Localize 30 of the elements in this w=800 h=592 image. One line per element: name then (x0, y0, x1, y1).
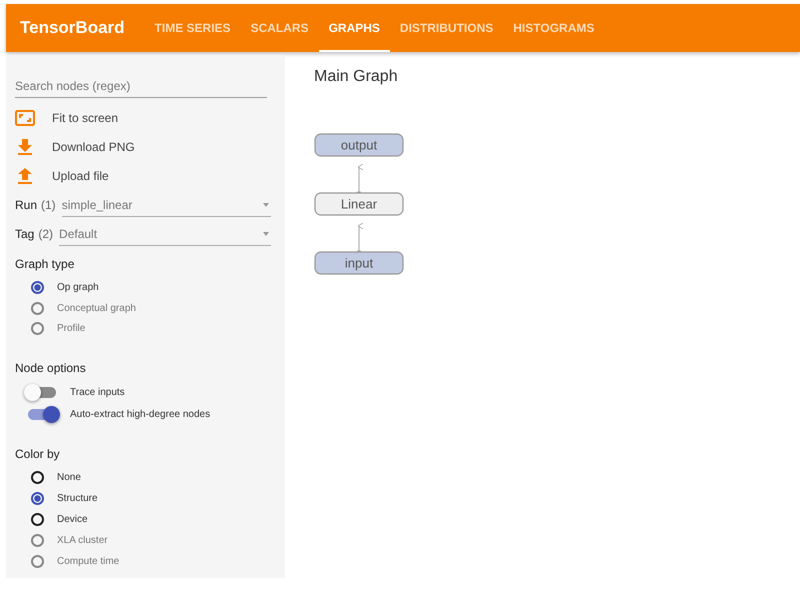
fit-screen-icon (15, 110, 35, 126)
graph-title: Main Graph (314, 68, 399, 86)
graph-node[interactable]: Linear (314, 192, 404, 216)
caret-icon (263, 232, 269, 236)
download-icon (18, 139, 32, 156)
toggle-label: Auto-extract high-degree nodes (70, 408, 210, 420)
radio-option[interactable]: Device (15, 509, 277, 530)
toggle-label: Trace inputs (70, 386, 125, 398)
section-heading: Color by (15, 447, 61, 462)
select-label: Run (15, 198, 38, 212)
select-count: (2) (38, 227, 54, 242)
graph-node[interactable]: input (314, 251, 404, 275)
section-heading: Node options (15, 361, 87, 376)
dropdown-select[interactable]: simple_linear (62, 193, 271, 218)
action-button[interactable]: Download PNG (15, 132, 277, 162)
select-count: (1) (41, 198, 56, 212)
radio-option[interactable]: Op graph (15, 276, 277, 298)
graph-node[interactable]: output (314, 133, 404, 157)
section-heading: Graph type (15, 256, 76, 271)
nav-tab[interactable]: GRAPHS (318, 4, 390, 52)
action-button[interactable]: Upload file (15, 162, 277, 191)
app-title: TensorBoard (20, 18, 125, 38)
caret-icon (263, 203, 269, 208)
dropdown-select[interactable]: Default (59, 222, 271, 246)
action-button[interactable]: Fit to screen (15, 104, 277, 133)
select-label: Tag (15, 227, 34, 242)
upload-icon (18, 168, 32, 184)
search-field[interactable]: Search nodes (regex) (15, 65, 267, 98)
radio-option[interactable]: None (15, 467, 277, 488)
radio-option[interactable]: Structure (15, 488, 277, 510)
